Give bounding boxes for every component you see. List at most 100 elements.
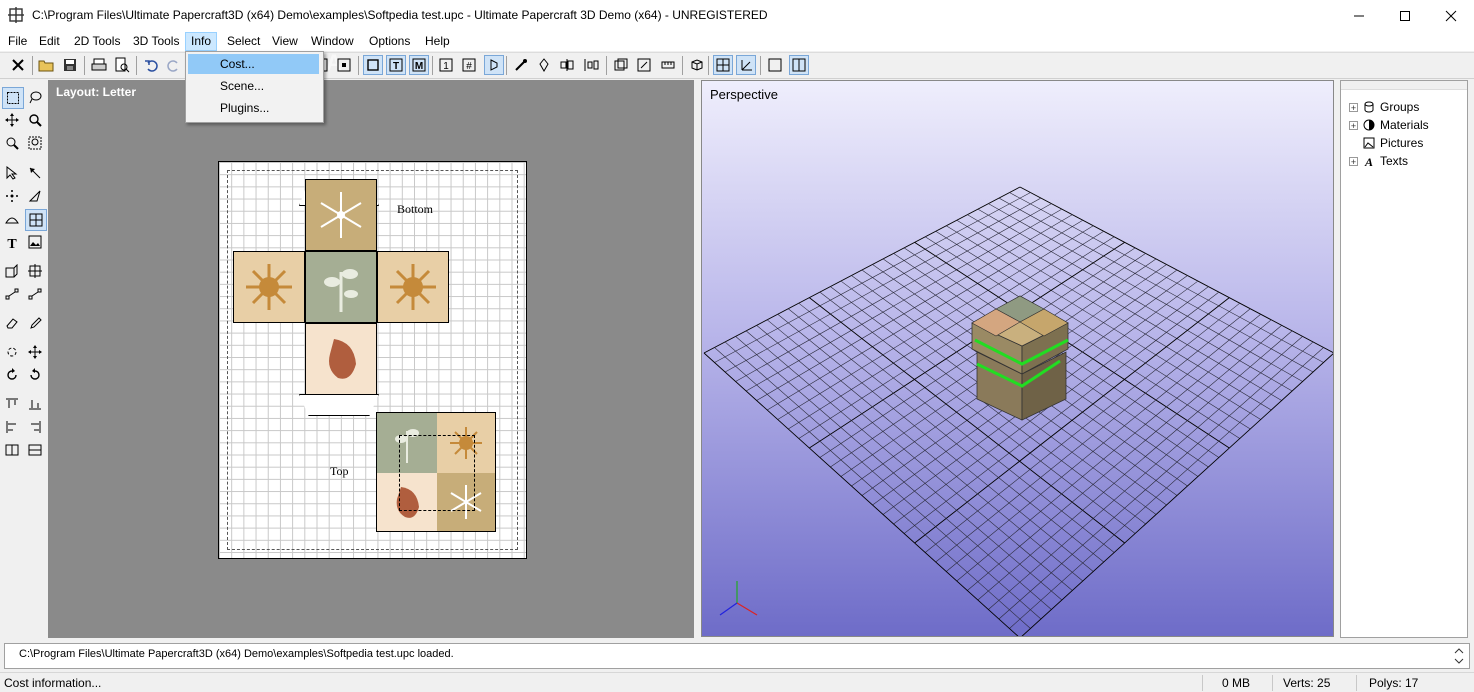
show-grid-toggle[interactable] (713, 55, 733, 75)
status-polys: Polys: 17 (1369, 676, 1419, 690)
material-m-icon: M (412, 58, 426, 72)
ground-grid (703, 186, 1333, 636)
center-h-tool[interactable] (2, 440, 22, 460)
layout-view[interactable]: Layout: Letter Bottom Top (48, 80, 694, 638)
move-part-tool[interactable] (2, 186, 22, 206)
perspective-view[interactable]: Perspective (701, 80, 1334, 637)
zoom-selection-tool[interactable] (25, 133, 45, 153)
face-sun-left[interactable] (233, 251, 305, 323)
menu-options[interactable]: Options (364, 33, 415, 50)
rotate-part-tool[interactable] (25, 186, 45, 206)
select-edge-tool[interactable] (25, 163, 45, 183)
rotate-left-tool[interactable] (2, 342, 22, 362)
print-button[interactable] (90, 56, 108, 74)
join-edge-tool[interactable] (25, 284, 45, 304)
show-numbers-toggle[interactable]: 1 (437, 56, 455, 74)
zoom-fit-tool[interactable] (2, 133, 22, 153)
split-view-button[interactable] (789, 55, 809, 75)
edit-text-button[interactable] (635, 56, 653, 74)
pencil-tool[interactable] (25, 313, 45, 333)
picture-tool[interactable] (25, 232, 45, 252)
lasso-tool[interactable] (25, 87, 45, 107)
eraser-icon (6, 318, 18, 329)
pan-tool[interactable] (2, 110, 22, 130)
tree-item-materials[interactable]: + Materials (1349, 116, 1429, 134)
move-3d-tool[interactable] (25, 342, 45, 362)
align-bottom-tool[interactable] (25, 394, 45, 414)
rotate-cw-tool[interactable] (2, 365, 22, 385)
show-axes-toggle[interactable] (736, 55, 756, 75)
menu-view[interactable]: View (267, 33, 303, 50)
glue-flap[interactable] (299, 394, 379, 416)
zoom-tool[interactable] (25, 110, 45, 130)
face-leaf[interactable] (305, 251, 377, 323)
select-part-tool[interactable] (2, 163, 22, 183)
scene-tree[interactable]: + Groups + Materials Pictures + A Texts (1340, 80, 1468, 638)
tree-item-texts[interactable]: + A Texts (1349, 152, 1408, 170)
paint-button[interactable] (535, 56, 553, 74)
align-top-tool[interactable] (2, 394, 22, 414)
eraser-tool[interactable] (2, 313, 22, 333)
top-face-group[interactable] (376, 412, 496, 532)
face-oak-leaf[interactable] (305, 323, 377, 395)
distribute-button[interactable] (582, 56, 600, 74)
3d-box-button[interactable] (688, 56, 706, 74)
align-left-tool[interactable] (2, 417, 22, 437)
rect-select-tool[interactable] (2, 87, 24, 109)
expand-icon[interactable]: + (1349, 102, 1358, 112)
expand-icon[interactable]: + (1349, 156, 1358, 166)
show-flaps-toggle[interactable] (484, 55, 504, 75)
split-edge-tool[interactable] (2, 284, 22, 304)
menu-file[interactable]: File (3, 33, 32, 50)
show-textures-toggle[interactable]: T (386, 55, 406, 75)
group-button[interactable] (612, 56, 630, 74)
tree-item-groups[interactable]: + Groups (1349, 98, 1419, 116)
edit-icon (637, 58, 651, 72)
menu-edit[interactable]: Edit (34, 33, 65, 50)
message-log[interactable]: C:\Program Files\Ultimate Papercraft3D (… (4, 643, 1470, 669)
menu-3d-tools[interactable]: 3D Tools (128, 33, 184, 50)
center-v-tool[interactable] (25, 440, 45, 460)
print-preview-button[interactable] (113, 56, 131, 74)
menu-select[interactable]: Select (222, 33, 265, 50)
open-button[interactable] (37, 56, 55, 74)
show-materials-toggle[interactable]: M (409, 55, 429, 75)
paint-bucket-icon (539, 58, 549, 72)
menu-item-cost[interactable]: Cost... (188, 54, 319, 74)
menu-window[interactable]: Window (306, 33, 359, 50)
menu-item-scene[interactable]: Scene... (188, 76, 319, 96)
text-tool[interactable]: T (2, 232, 22, 252)
single-view-button[interactable] (766, 56, 784, 74)
align-right-tool[interactable] (25, 417, 45, 437)
pane-splitter[interactable] (694, 80, 700, 638)
expand-icon[interactable]: + (1349, 120, 1358, 130)
menu-info[interactable]: Info (185, 32, 218, 51)
single-pane-icon (768, 58, 782, 72)
add-flap-tool[interactable] (2, 261, 22, 281)
close-doc-button[interactable] (9, 56, 27, 74)
undo-button[interactable] (142, 56, 160, 74)
log-scrollbar[interactable] (1451, 645, 1467, 667)
save-button[interactable] (61, 56, 79, 74)
close-window-button[interactable] (1428, 0, 1474, 31)
join-tool[interactable] (25, 261, 45, 281)
menu-help[interactable]: Help (420, 33, 455, 50)
minimize-button[interactable] (1336, 0, 1382, 31)
redo-button[interactable] (165, 56, 183, 74)
show-faces-toggle[interactable] (363, 55, 383, 75)
align-button[interactable] (558, 56, 576, 74)
menu-2d-tools[interactable]: 2D Tools (69, 33, 125, 50)
menu-item-plugins[interactable]: Plugins... (188, 98, 319, 118)
face-sun-right[interactable] (377, 251, 449, 323)
show-edge-ids-toggle[interactable]: # (460, 56, 478, 74)
fold-tool[interactable] (2, 209, 22, 229)
maximize-button[interactable] (1382, 0, 1428, 31)
eyedropper-button[interactable] (512, 56, 530, 74)
view-button-b[interactable] (335, 56, 353, 74)
face-snowflake[interactable] (305, 179, 377, 251)
rotate-ccw-tool[interactable] (25, 365, 45, 385)
grid-tool[interactable] (25, 209, 47, 231)
measure-button[interactable] (659, 56, 677, 74)
paper-page[interactable]: Bottom Top (218, 161, 527, 559)
tree-item-pictures[interactable]: Pictures (1349, 134, 1423, 152)
